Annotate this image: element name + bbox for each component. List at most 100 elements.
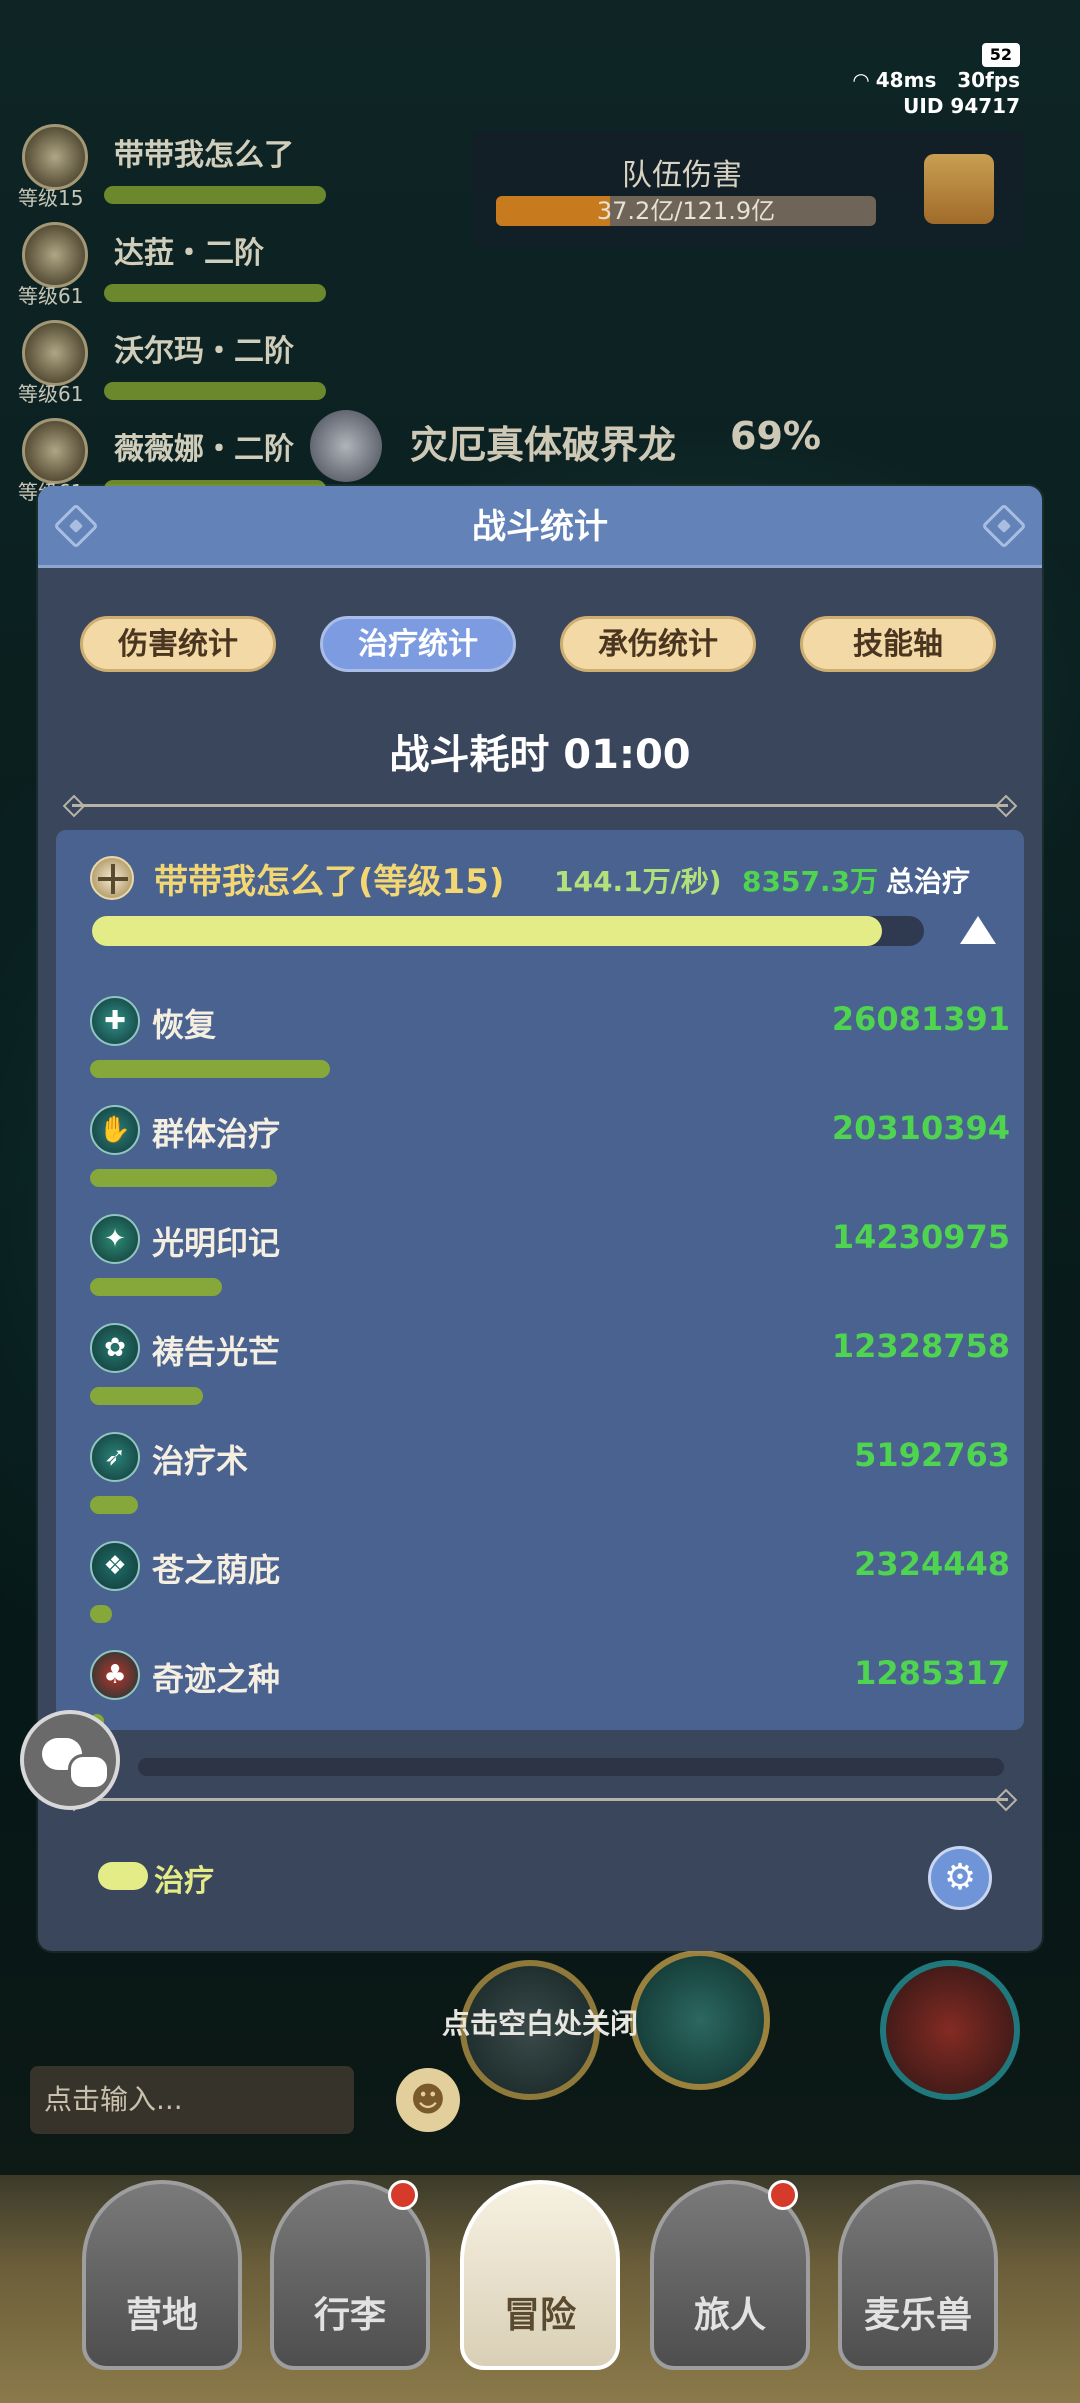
party-member-name: 沃尔玛・二阶 <box>114 334 294 369</box>
player-summary: 带带我怎么了(等级15) 144.1万/秒) 8357.3万 总治疗 <box>90 854 1010 904</box>
stats-tabs: 伤害统计 治疗统计 承伤统计 技能轴 <box>38 616 1042 676</box>
nav-luggage[interactable]: 行李 <box>270 2180 430 2370</box>
list-item: ✿ 祷告光芒 12328758 <box>90 1323 1010 1432</box>
fps-text: 30fps <box>957 68 1020 92</box>
light-mark-icon: ✦ <box>90 1214 140 1264</box>
party-member[interactable]: 等级15 带带我怎么了 <box>18 120 326 218</box>
party-member[interactable]: 等级61 达菈・二阶 <box>18 218 326 316</box>
skill-heal-bar <box>90 1387 203 1405</box>
party-member-hp-bar <box>104 186 326 204</box>
chest-icon <box>924 154 994 224</box>
party-member-hp-bar <box>104 382 326 400</box>
divider <box>72 1798 1008 1801</box>
skill-heal-value: 20310394 <box>831 1109 1010 1147</box>
party-member[interactable]: 等级61 沃尔玛・二阶 <box>18 316 326 414</box>
party-member-emblem-icon <box>22 124 88 190</box>
settings-button[interactable]: ⚙ <box>928 1846 992 1910</box>
party-member-emblem-icon <box>22 418 88 484</box>
group-heal-icon: ✋ <box>90 1105 140 1155</box>
nav-camp[interactable]: 营地 <box>82 2180 242 2370</box>
party-member-emblem-icon <box>22 222 88 288</box>
modal-title: 战斗统计 <box>472 507 608 547</box>
uid-value: 94717 <box>950 94 1020 118</box>
battle-stats-modal: 战斗统计 伤害统计 治疗统计 承伤统计 技能轴 战斗耗时 01:00 带带我怎么… <box>38 486 1042 1951</box>
legend-swatch <box>98 1862 148 1890</box>
nav-label: 行李 <box>313 2295 386 2336</box>
party-member-emblem-icon <box>22 320 88 386</box>
party-member-level: 等级61 <box>18 284 84 308</box>
skill-heal-value: 1285317 <box>854 1654 1010 1692</box>
wifi-icon: ◠ <box>853 68 876 92</box>
list-item: ✚ 恢复 26081391 <box>90 996 1010 1105</box>
party-member-name: 带带我怎么了 <box>114 138 294 173</box>
status-overlay: 52 ◠ 48ms 30fps UID 94717 <box>820 40 1020 130</box>
player-heal-bar-fill <box>92 916 883 946</box>
skill-name: 治疗术 <box>152 1442 249 1480</box>
ping-text: 48ms <box>875 68 937 92</box>
nav-pet[interactable]: 麦乐兽 <box>838 2180 998 2370</box>
player-total-heal-value: 8357.3万 <box>742 865 879 898</box>
battle-duration: 战斗耗时 01:00 <box>389 732 691 778</box>
skill-heal-value: 5192763 <box>854 1436 1010 1474</box>
horizontal-scrollbar[interactable] <box>138 1758 1004 1776</box>
team-damage-value: 37.2亿/121.9亿 <box>596 197 776 225</box>
notification-badge <box>768 2180 798 2210</box>
close-hint[interactable]: 点击空白处关闭 <box>0 2002 1080 2042</box>
skill-heal-bar <box>90 1169 278 1187</box>
skill-name: 祷告光芒 <box>152 1333 281 1371</box>
emoji-button[interactable]: ☻ <box>396 2068 460 2132</box>
nav-adventure[interactable]: 冒险 <box>460 2180 620 2370</box>
chat-bubble-button[interactable] <box>20 1710 120 1810</box>
heal-spell-icon: ➶ <box>90 1432 140 1482</box>
legend-label: 治疗 <box>154 1864 214 1899</box>
team-damage-title: 队伍伤害 <box>622 158 742 193</box>
party-member-level: 等级15 <box>18 186 84 210</box>
battery-indicator: 52 <box>981 43 1020 67</box>
player-heal-bar <box>92 916 924 946</box>
boss-hp-percent: 69% <box>730 414 821 458</box>
list-item: ❖ 苍之荫庇 2324448 <box>90 1541 1010 1650</box>
skill-heal-value: 14230975 <box>831 1218 1010 1256</box>
miracle-seed-icon: ♣ <box>90 1650 140 1700</box>
azure-shelter-icon: ❖ <box>90 1541 140 1591</box>
skill-heal-value: 2324448 <box>854 1545 1010 1583</box>
party-member-name: 达菈・二阶 <box>114 236 264 271</box>
nav-label: 旅人 <box>693 2295 766 2336</box>
skill-name: 光明印记 <box>152 1224 281 1262</box>
modal-header: 战斗统计 <box>38 486 1042 568</box>
party-list: 等级15 带带我怎么了 等级61 达菈・二阶 等级61 沃尔玛・二阶 等级61 … <box>18 120 326 512</box>
tab-heal-stats[interactable]: 治疗统计 <box>320 616 516 672</box>
nav-traveler[interactable]: 旅人 <box>650 2180 810 2370</box>
skill-heal-bar <box>90 1605 112 1623</box>
gear-icon: ⚙ <box>943 1857 977 1898</box>
team-damage-panel: 队伍伤害 37.2亿/121.9亿 <box>472 130 1024 248</box>
skill-heal-bar <box>90 1278 222 1296</box>
skill-heal-bar <box>90 1496 138 1514</box>
tab-damage-taken-stats[interactable]: 承伤统计 <box>560 616 756 672</box>
tab-skill-timeline[interactable]: 技能轴 <box>800 616 996 672</box>
heal-stats-panel[interactable]: 带带我怎么了(等级15) 144.1万/秒) 8357.3万 总治疗 ✚ 恢复 … <box>56 830 1024 1732</box>
nav-label: 麦乐兽 <box>863 2295 972 2336</box>
list-item: ➶ 治疗术 5192763 <box>90 1432 1010 1541</box>
smile-icon: ☻ <box>410 2080 446 2120</box>
skill-name: 群体治疗 <box>152 1115 281 1153</box>
boss-header: 灾厄真体破界龙 69% <box>310 410 830 482</box>
list-item: ✦ 光明印记 14230975 <box>90 1214 1010 1323</box>
player-heal-rate: 144.1万/秒) <box>554 865 722 898</box>
list-item: ♣ 奇迹之种 1285317 <box>90 1650 1010 1759</box>
boss-skull-icon <box>310 410 382 482</box>
skill-heal-value: 12328758 <box>831 1327 1010 1365</box>
collapse-arrow-icon[interactable] <box>960 916 996 944</box>
player-name: 带带我怎么了(等级15) <box>154 862 505 902</box>
skill-heal-value: 26081391 <box>831 1000 1010 1038</box>
uid-label: UID <box>903 94 944 118</box>
boss-name: 灾厄真体破界龙 <box>410 423 677 467</box>
player-total-heal-label: 总治疗 <box>886 865 971 898</box>
tab-damage-stats[interactable]: 伤害统计 <box>80 616 276 672</box>
party-member-name: 薇薇娜・二阶 <box>114 432 294 467</box>
team-damage-bar: 37.2亿/121.9亿 <box>496 196 876 226</box>
nav-label: 营地 <box>125 2295 198 2336</box>
nav-label: 冒险 <box>503 2295 576 2336</box>
skill-name: 奇迹之种 <box>152 1660 281 1698</box>
chat-input[interactable]: 点击输入... <box>30 2066 354 2134</box>
